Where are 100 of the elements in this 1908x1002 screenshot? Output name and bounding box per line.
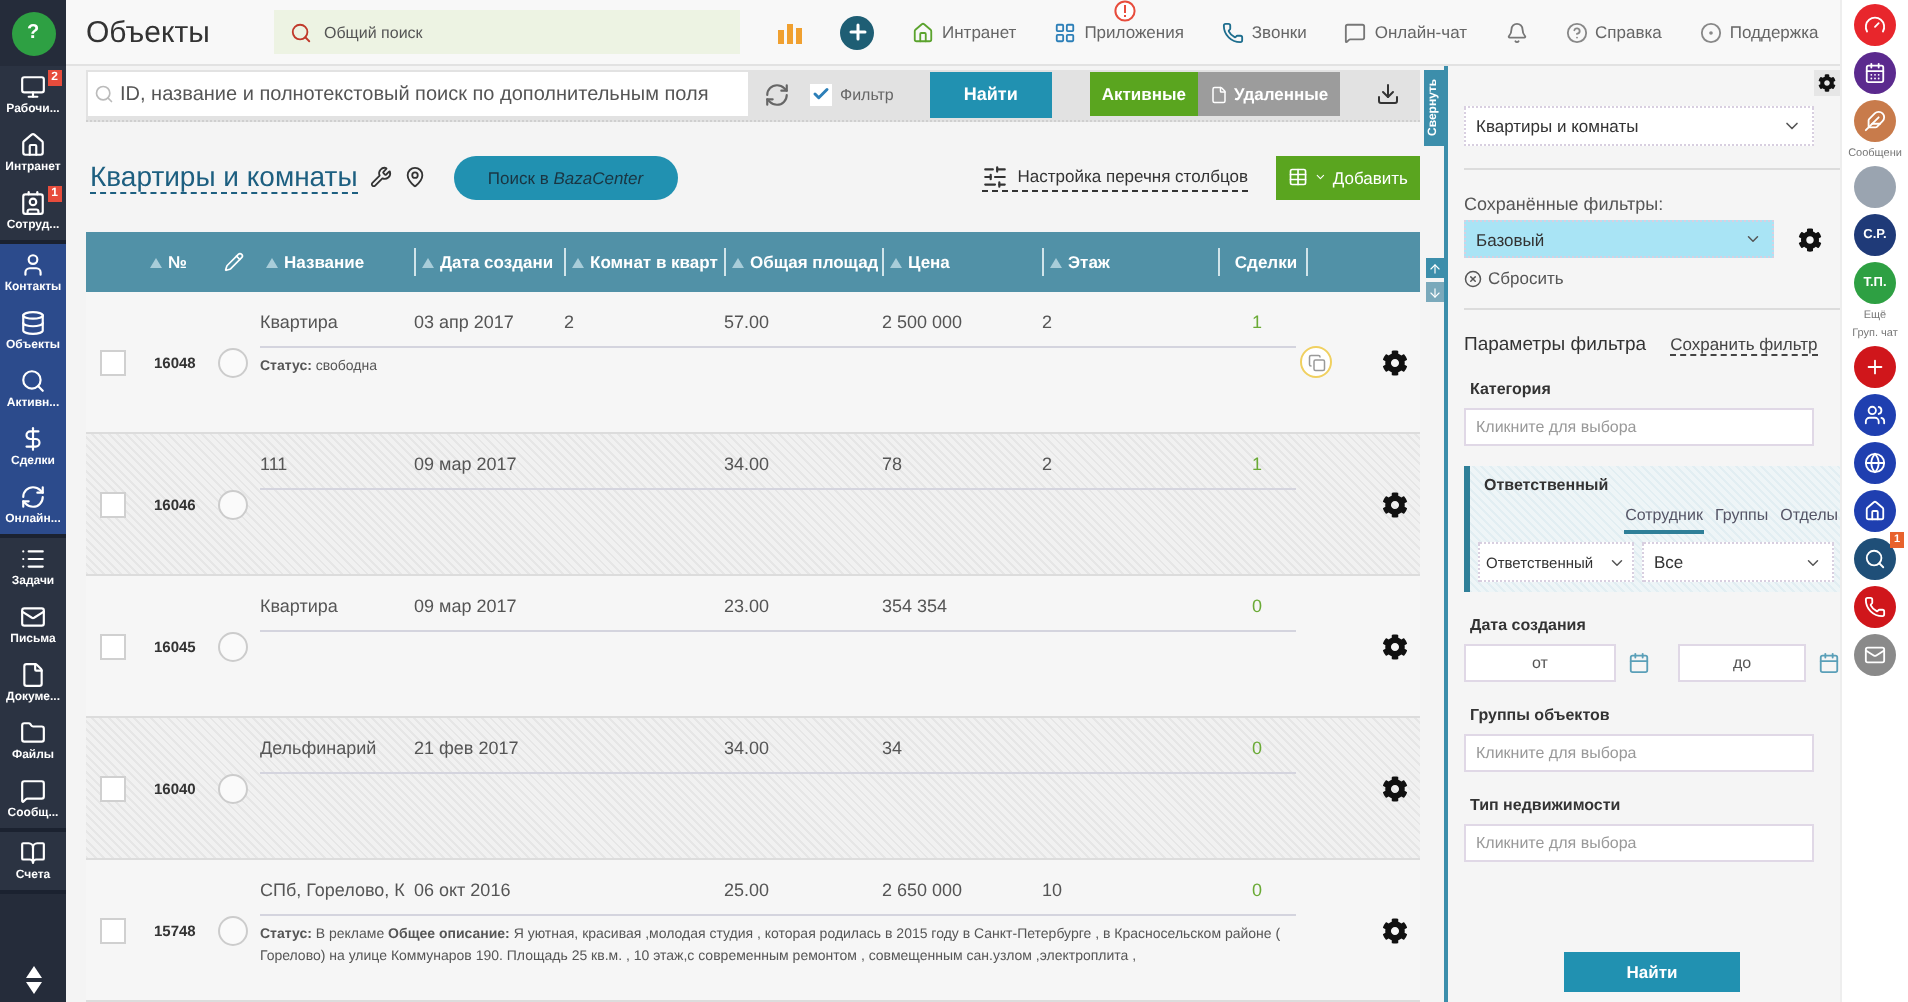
target-icon [1699,21,1722,43]
row-radio[interactable] [218,915,248,945]
name-cell-text: 111 [260,454,290,478]
nav-link[interactable]: Интранет [912,21,1017,43]
settings-button[interactable] [1382,349,1408,375]
nav-link[interactable]: Онлайн-чат [1344,21,1468,43]
price-header[interactable]: Цена [908,252,950,272]
refresh-icon[interactable] [764,81,790,108]
gear-icon [1382,917,1408,943]
find-button[interactable]: Найти [929,71,1052,118]
settings-button[interactable] [1382,917,1408,943]
picker-field[interactable]: Кликните для выбора [1464,734,1814,772]
find-button[interactable]: Найти [1564,952,1740,992]
area-header[interactable]: Общая площад [750,252,879,272]
list-title[interactable]: Квартиры и комнаты [90,160,358,195]
settings-button[interactable] [1382,491,1408,517]
picker-field[interactable]: Кликните для выбора [1464,408,1814,446]
row-radio[interactable] [218,347,248,377]
save-filter-link[interactable]: Сохранить фильтр [1670,334,1818,356]
field-label: Группы объектов [1468,706,1612,724]
notifications-button[interactable] [1505,21,1528,43]
sort-icon[interactable] [150,257,162,267]
tab[interactable]: Сотрудник [1623,506,1705,534]
sort-icon[interactable] [422,257,434,267]
tab[interactable]: Группы [1712,506,1771,534]
sort-icon[interactable] [732,257,744,267]
row-radio[interactable] [218,631,248,661]
row-radio[interactable] [218,489,248,519]
area-cell-text: 25.00 [724,880,772,904]
rail-button[interactable] [1854,442,1896,484]
nav-link[interactable]: Звонки [1221,21,1307,43]
row-checkbox[interactable] [100,491,126,517]
copy-button[interactable] [1300,346,1332,378]
saved-filters-label: Сохранённые фильтры: [1464,194,1666,214]
avatar[interactable] [1854,166,1896,208]
tab[interactable]: Отделы [1778,506,1840,534]
name-cell-text: Квартира [260,312,340,336]
scroll-up-icon[interactable] [25,966,41,978]
add-button[interactable] [840,15,874,49]
date-header[interactable]: Дата создани [440,252,554,272]
calendar-icon[interactable] [1818,652,1840,674]
field-label: Категория [1468,380,1553,398]
home-icon [20,132,46,158]
wrench-icon[interactable] [369,166,392,189]
settings-button[interactable] [1814,70,1840,96]
search-button[interactable]: Поиск в BazaCenter [453,155,678,200]
scope-select[interactable]: Все [1642,542,1834,582]
date-from-field[interactable]: от [1464,644,1616,682]
picker-field[interactable]: Кликните для выбора [1464,824,1814,862]
settings-button[interactable] [1382,633,1408,659]
help-icon [1565,21,1588,43]
person-icon [20,252,46,278]
bar-chart-icon[interactable] [778,21,802,43]
row-checkbox[interactable] [100,775,126,801]
rail-button[interactable] [1854,586,1896,628]
name-header[interactable]: Название [284,252,365,272]
scroll-up-button[interactable] [1425,258,1443,278]
floor-cell-text: 2 [1042,454,1055,478]
rail-button[interactable] [1854,346,1896,388]
row-radio[interactable] [218,773,248,803]
row-checkbox[interactable] [100,633,126,659]
number-header[interactable]: № [168,252,187,272]
rail-button[interactable] [1854,52,1896,94]
deals-header[interactable]: Сделки [1234,252,1298,272]
nav-link[interactable]: Справка [1565,21,1662,43]
scroll-down-icon[interactable] [25,982,41,994]
columns-settings-link[interactable]: Настройка перечня столбцов [981,163,1248,192]
section-title: Параметры фильтра [1464,334,1647,356]
sort-icon[interactable] [266,257,278,267]
calendar-icon[interactable] [1628,652,1650,674]
floor-header[interactable]: Этаж [1068,252,1110,272]
chat-icon [20,778,46,804]
map-pin-icon[interactable] [403,166,426,189]
rail-button[interactable] [1854,394,1896,436]
date-to-field[interactable]: до [1678,644,1806,682]
price-cell-text: 34 [882,738,905,762]
sort-icon[interactable] [890,257,902,267]
type-select[interactable]: Квартиры и комнаты [1464,106,1814,146]
saved-filter-select[interactable]: Базовый [1464,220,1774,258]
row-checkbox[interactable] [100,917,126,943]
rail-button[interactable] [1854,490,1896,532]
sort-icon[interactable] [1050,257,1062,267]
filter-checkbox[interactable]: Фильтр [810,83,894,106]
rooms-header[interactable]: Комнат в кварт [590,252,718,272]
price-cell-text: 2 500 000 [882,312,965,336]
row-checkbox[interactable] [100,349,126,375]
gear-icon[interactable] [1798,227,1822,251]
plus-icon [845,20,869,44]
people-icon [1864,404,1886,426]
arrow-down-icon [1427,285,1441,299]
nav-link[interactable]: Приложения [1054,21,1184,43]
download-icon[interactable] [1376,82,1400,107]
mail-icon [1864,644,1886,666]
reset-link[interactable]: Сбросить [1464,268,1840,288]
pencil-icon[interactable] [224,252,245,272]
scroll-down-button[interactable] [1425,282,1443,302]
rail-button[interactable] [1854,4,1896,46]
nav-link[interactable]: Поддержка [1699,21,1819,43]
sort-icon[interactable] [572,257,584,267]
settings-button[interactable] [1382,775,1408,801]
